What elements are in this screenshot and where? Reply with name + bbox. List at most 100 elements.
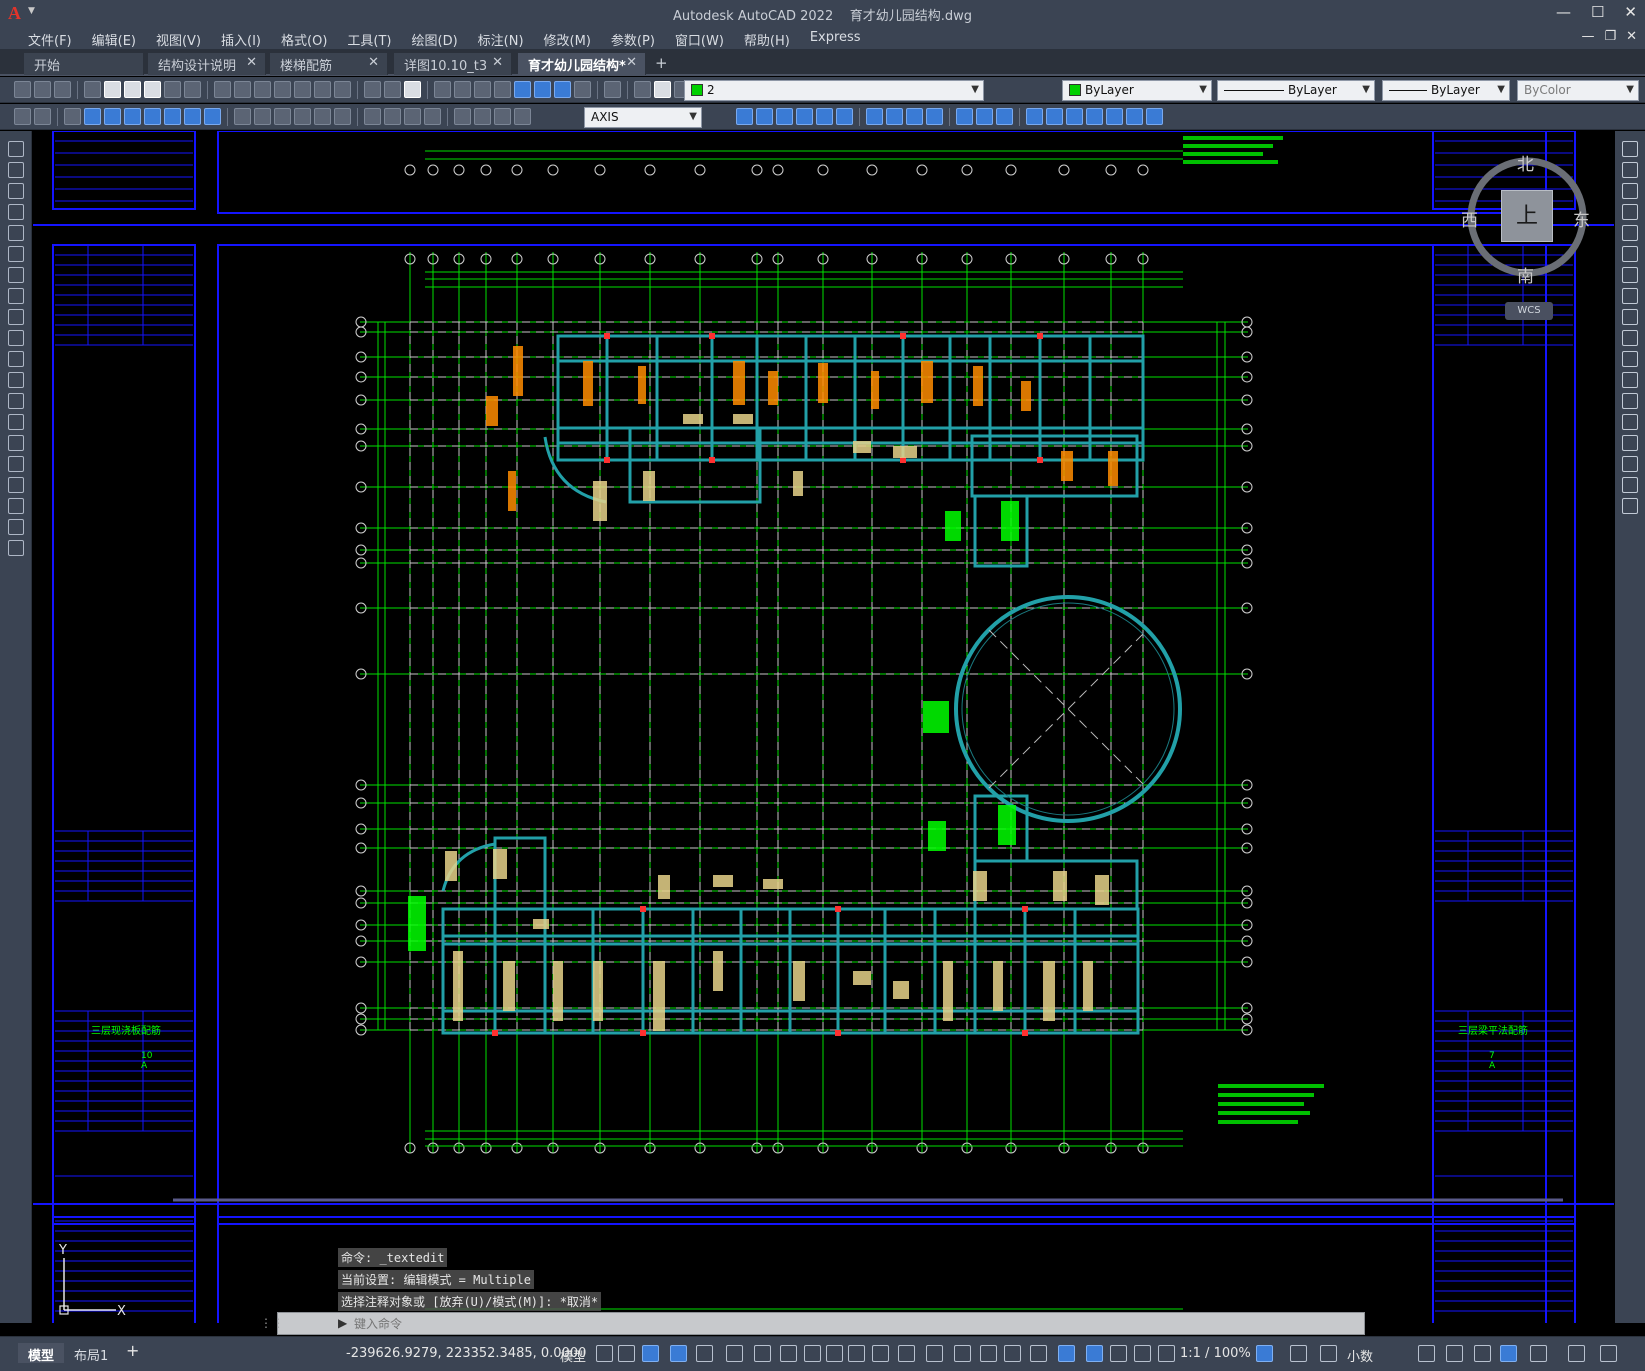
modify-tool-icon[interactable] bbox=[1622, 246, 1638, 262]
toolbar-tool-icon[interactable] bbox=[334, 81, 351, 98]
toolbar-tool-icon[interactable] bbox=[234, 81, 251, 98]
status-toggle-icon[interactable] bbox=[1058, 1345, 1075, 1362]
toolbar-tool-icon[interactable] bbox=[14, 81, 31, 98]
toolbar-tool-icon[interactable] bbox=[634, 81, 651, 98]
modify-tool-icon[interactable] bbox=[1622, 498, 1638, 514]
status-toggle-icon[interactable] bbox=[1030, 1345, 1047, 1362]
status-toggle-icon[interactable] bbox=[726, 1345, 743, 1362]
toolbar-tool-icon[interactable] bbox=[364, 81, 381, 98]
status-toggle-icon[interactable] bbox=[1418, 1345, 1435, 1362]
drag-handle-icon[interactable]: ⋮⋮ bbox=[260, 1316, 284, 1330]
status-toggle-icon[interactable] bbox=[670, 1345, 687, 1362]
draw-tool-icon[interactable] bbox=[8, 393, 24, 409]
draw-tool-icon[interactable] bbox=[8, 456, 24, 472]
modify-tool-icon[interactable] bbox=[1622, 330, 1638, 346]
status-toggle-icon[interactable] bbox=[1474, 1345, 1491, 1362]
toolbar-tool-icon[interactable] bbox=[1086, 108, 1103, 125]
toolbar-tool-icon[interactable] bbox=[654, 81, 671, 98]
menu-item[interactable]: 窗口(W) bbox=[665, 30, 734, 49]
toolbar-tool-icon[interactable] bbox=[404, 108, 421, 125]
draw-tool-icon[interactable] bbox=[8, 204, 24, 220]
toolbar-tool-icon[interactable] bbox=[164, 108, 181, 125]
status-toggle-icon[interactable] bbox=[1530, 1345, 1547, 1362]
toolbar-tool-icon[interactable] bbox=[866, 108, 883, 125]
status-toggle-icon[interactable] bbox=[696, 1345, 713, 1362]
toolbar-tool-icon[interactable] bbox=[906, 108, 923, 125]
toolbar-tool-icon[interactable] bbox=[424, 108, 441, 125]
viewcube-top-face[interactable]: 上 bbox=[1501, 190, 1553, 242]
toolbar-tool-icon[interactable] bbox=[454, 81, 471, 98]
menu-item[interactable]: 绘图(D) bbox=[402, 30, 468, 49]
toolbar-tool-icon[interactable] bbox=[364, 108, 381, 125]
command-input[interactable] bbox=[354, 1315, 1254, 1332]
toolbar-tool-icon[interactable] bbox=[84, 108, 101, 125]
toolbar-tool-icon[interactable] bbox=[84, 81, 101, 98]
toolbar-tool-icon[interactable] bbox=[816, 108, 833, 125]
annotation-scale[interactable]: 1:1 / 100% bbox=[1180, 1346, 1251, 1361]
toolbar-tool-icon[interactable] bbox=[454, 108, 471, 125]
linetype-dropdown[interactable]: ByLayer ▼ bbox=[1217, 80, 1375, 101]
status-toggle-icon[interactable] bbox=[804, 1345, 821, 1362]
toolbar-tool-icon[interactable] bbox=[1026, 108, 1043, 125]
command-prompt-icon[interactable]: ▶ bbox=[338, 1316, 347, 1330]
toolbar-tool-icon[interactable] bbox=[1126, 108, 1143, 125]
status-toggle-icon[interactable] bbox=[1004, 1345, 1021, 1362]
cad-drawing[interactable]: 三层现浇板配筋 三层梁平法配筋 10 7 A A bbox=[33, 131, 1614, 1323]
toolbar-tool-icon[interactable] bbox=[124, 108, 141, 125]
toolbar-tool-icon[interactable] bbox=[976, 108, 993, 125]
tab-start[interactable]: 开始 bbox=[24, 53, 144, 75]
toolbar-tool-icon[interactable] bbox=[384, 108, 401, 125]
status-toggle-icon[interactable] bbox=[898, 1345, 915, 1362]
toolbar-tool-icon[interactable] bbox=[204, 108, 221, 125]
draw-tool-icon[interactable] bbox=[8, 330, 24, 346]
status-toggle-icon[interactable] bbox=[954, 1345, 971, 1362]
draw-tool-icon[interactable] bbox=[8, 288, 24, 304]
modify-tool-icon[interactable] bbox=[1622, 225, 1638, 241]
status-toggle-icon[interactable] bbox=[872, 1345, 889, 1362]
draw-tool-icon[interactable] bbox=[8, 246, 24, 262]
toolbar-tool-icon[interactable] bbox=[474, 108, 491, 125]
menu-item[interactable]: 编辑(E) bbox=[82, 30, 146, 49]
model-space-toggle[interactable]: 模型 bbox=[560, 1346, 586, 1365]
doc-close-icon[interactable]: ✕ bbox=[1626, 29, 1637, 44]
doc-restore-icon[interactable]: ❐ bbox=[1604, 29, 1616, 44]
toolbar-tool-icon[interactable] bbox=[34, 108, 51, 125]
toolbar-tool-icon[interactable] bbox=[574, 81, 591, 98]
status-toggle-icon[interactable] bbox=[1446, 1345, 1463, 1362]
menu-item[interactable]: 参数(P) bbox=[601, 30, 665, 49]
menu-item[interactable]: 视图(V) bbox=[146, 30, 211, 49]
toolbar-tool-icon[interactable] bbox=[164, 81, 181, 98]
close-icon[interactable]: ✕ bbox=[1624, 3, 1637, 21]
toolbar-tool-icon[interactable] bbox=[254, 108, 271, 125]
draw-tool-icon[interactable] bbox=[8, 267, 24, 283]
status-toggle-icon[interactable] bbox=[1500, 1345, 1517, 1362]
draw-tool-icon[interactable] bbox=[8, 372, 24, 388]
status-toggle-icon[interactable] bbox=[596, 1345, 613, 1362]
toolbar-tool-icon[interactable] bbox=[14, 108, 31, 125]
toolbar-tool-icon[interactable] bbox=[474, 81, 491, 98]
toolbar-tool-icon[interactable] bbox=[836, 108, 853, 125]
status-toggle-icon[interactable] bbox=[1086, 1345, 1103, 1362]
toolbar-tool-icon[interactable] bbox=[776, 108, 793, 125]
toolbar-tool-icon[interactable] bbox=[254, 81, 271, 98]
close-icon[interactable]: ✕ bbox=[492, 55, 503, 70]
menu-item[interactable]: 格式(O) bbox=[271, 30, 337, 49]
doc-minimize-icon[interactable]: — bbox=[1581, 29, 1594, 44]
draw-tool-icon[interactable] bbox=[8, 162, 24, 178]
menu-item[interactable]: 文件(F) bbox=[18, 30, 82, 49]
draw-tool-icon[interactable] bbox=[8, 477, 24, 493]
modify-tool-icon[interactable] bbox=[1622, 372, 1638, 388]
menu-item[interactable]: Express bbox=[800, 30, 871, 49]
toolbar-tool-icon[interactable] bbox=[314, 81, 331, 98]
modify-tool-icon[interactable] bbox=[1622, 456, 1638, 472]
toolbar-tool-icon[interactable] bbox=[534, 81, 551, 98]
modify-tool-icon[interactable] bbox=[1622, 288, 1638, 304]
modify-tool-icon[interactable] bbox=[1622, 204, 1638, 220]
draw-tool-icon[interactable] bbox=[8, 435, 24, 451]
status-toggle-icon[interactable] bbox=[826, 1345, 843, 1362]
toolbar-tool-icon[interactable] bbox=[796, 108, 813, 125]
toolbar-tool-icon[interactable] bbox=[434, 81, 451, 98]
toolbar-tool-icon[interactable] bbox=[314, 108, 331, 125]
toolbar-tool-icon[interactable] bbox=[184, 81, 201, 98]
status-toggle-icon[interactable] bbox=[642, 1345, 659, 1362]
